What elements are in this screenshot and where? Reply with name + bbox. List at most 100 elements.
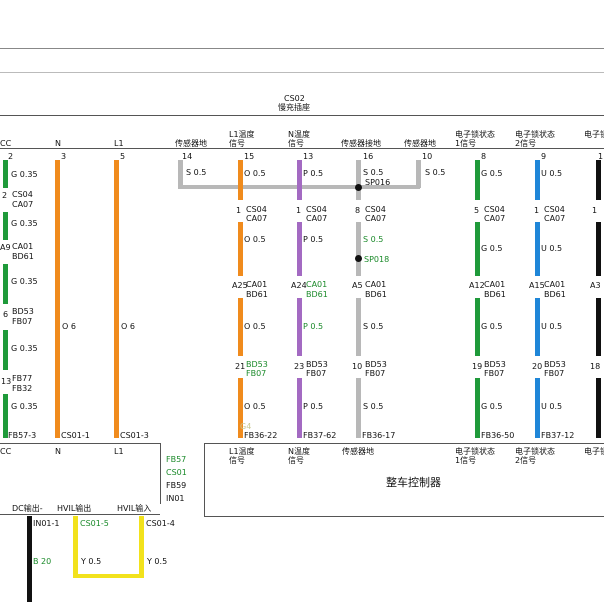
cc-fb32: FB32	[12, 384, 33, 393]
lock1-pin-bd53: 19	[472, 362, 483, 371]
l1-wire-label: O 6	[121, 322, 135, 331]
nt-pin-bd53: 23	[294, 362, 305, 371]
wire-lock1-seg1	[475, 160, 480, 200]
connector-top-rule	[0, 115, 604, 116]
side-conn-cs01: CS01	[166, 468, 187, 477]
l1t-label-3: O 0.5	[244, 322, 266, 331]
lock1-label-4: G 0.5	[481, 402, 503, 411]
wire-cc-seg2	[3, 212, 8, 240]
bottom-pin-l1: CS01-3	[120, 431, 149, 440]
lock1-label-3: G 0.5	[481, 322, 503, 331]
sg-label-2: S 0.5	[363, 235, 384, 244]
bottom-label-sg: 传感器地	[342, 447, 374, 456]
bottom-pin-sg: FB36-17	[362, 431, 396, 440]
wire-nt-seg2	[297, 222, 302, 276]
pin-15: 15	[244, 152, 255, 161]
nt-label-3: P 0.5	[303, 322, 324, 331]
cc-wire-label-4: G 0.35	[11, 344, 38, 353]
top-label-n-temp: N温度 信号	[288, 130, 310, 148]
dc-output-label: DC输出-	[12, 504, 43, 513]
wire-lock2-seg4	[535, 378, 540, 438]
cc-fb07: FB07	[12, 317, 33, 326]
splice-sp016-label: SP016	[365, 178, 391, 187]
wire-l1t-seg3	[238, 298, 243, 356]
sg-pin-cs04: 8	[355, 206, 361, 215]
l1t-ca01: CA01	[246, 280, 268, 289]
cc-wire-label-3: G 0.35	[11, 277, 38, 286]
wire-hvil-bottom	[73, 574, 144, 578]
top-label-l1: L1	[114, 139, 124, 148]
lock2-ca01: CA01	[544, 280, 566, 289]
wire-l1t-seg2	[238, 222, 243, 276]
sg-ca07: CA07	[365, 214, 387, 223]
cc-ca01: CA01	[12, 242, 34, 251]
splice-sp016-dot	[355, 184, 362, 191]
top-label-n: N	[55, 139, 61, 148]
hvil-input-label: HVIL输入	[117, 504, 152, 513]
g4-mark: G4	[240, 422, 252, 431]
lock-pin-cs04: 1	[592, 206, 598, 215]
l1t-label-1: O 0.5	[244, 169, 266, 178]
connector-code: CS02	[284, 94, 305, 103]
cc-wire-label-1: G 0.35	[11, 170, 38, 179]
nt-ca07: CA07	[306, 214, 328, 223]
lock2-cs04: CS04	[544, 205, 565, 214]
nt-pin-ca01: A24	[291, 281, 307, 290]
lock2-label-4: U 0.5	[541, 402, 563, 411]
l1t-pin-bd53: 21	[235, 362, 246, 371]
hvil-rule	[0, 514, 160, 515]
sensor-gnd-a-label: S 0.5	[186, 168, 207, 177]
l1t-label-2: O 0.5	[244, 235, 266, 244]
sg-bd61: BD61	[365, 290, 387, 299]
lock2-ca07: CA07	[544, 214, 566, 223]
lock1-pin-ca01: A12	[469, 281, 485, 290]
wire-sg-seg3	[356, 298, 361, 356]
wire-sensor-gnd-b	[416, 160, 421, 188]
wire-sg-seg2	[356, 222, 361, 276]
cc-bd53: BD53	[12, 307, 34, 316]
sg-ca01: CA01	[365, 280, 387, 289]
lock2-pin-ca01: A15	[529, 281, 545, 290]
cc-pin-bd53: 6	[3, 310, 9, 319]
bottom-label-lock: 电子锁	[584, 447, 604, 456]
pin-16: 16	[363, 152, 374, 161]
wire-cc-seg1	[3, 160, 8, 188]
pin-3: 3	[61, 152, 67, 161]
wire-lock-seg1	[596, 160, 601, 200]
top-label-sensor-gnd-b: 传感器地	[404, 139, 436, 148]
side-conn-in01: IN01	[166, 494, 185, 503]
wire-lock-seg3	[596, 298, 601, 356]
pin-13: 13	[303, 152, 314, 161]
splice-sp018-label: SP018	[364, 255, 390, 264]
bottom-pin-lock2: FB37-12	[541, 431, 575, 440]
cc-pin-cs04: 2	[2, 191, 8, 200]
wire-hvil-right	[139, 516, 144, 578]
lock-pin-bd53: 18	[590, 362, 601, 371]
nt-bd53: BD53	[306, 360, 328, 369]
wire-lock2-seg3	[535, 298, 540, 356]
top-label-cc: CC	[0, 139, 12, 148]
cc-pin-ca01: A9	[0, 243, 11, 252]
top-rule-1	[0, 48, 604, 49]
top-label-l1-temp: L1温度 信号	[229, 130, 255, 148]
lock1-label-1: G 0.5	[481, 169, 503, 178]
bottom-label-nt: N温度 信号	[288, 447, 310, 465]
top-label-lock1: 电子锁状态 1信号	[455, 130, 495, 148]
wire-l1	[114, 160, 119, 438]
wire-nt-seg1	[297, 160, 302, 200]
cc-bd61: BD61	[12, 252, 34, 261]
wire-lock-seg2	[596, 222, 601, 276]
wire-l1t-seg1	[238, 160, 243, 200]
wire-nt-seg4	[297, 378, 302, 438]
sg-label-3: S 0.5	[363, 322, 384, 331]
bottom-label-cc: CC	[0, 447, 12, 456]
wiring-diagram: CS02 慢充插座 CC N L1 传感器地 L1温度 信号 N温度 信号 传感…	[0, 0, 604, 602]
top-label-sensor-ground: 传感器接地	[341, 139, 381, 148]
wire-lock1-seg2	[475, 222, 480, 276]
hvil-output-label: HVIL输出	[57, 504, 92, 513]
wire-n	[55, 160, 60, 438]
pin-5: 5	[120, 152, 126, 161]
wire-lock2-seg2	[535, 222, 540, 276]
wire-sensor-gnd-a	[178, 160, 183, 188]
cc-wire-label-2: G 0.35	[11, 219, 38, 228]
